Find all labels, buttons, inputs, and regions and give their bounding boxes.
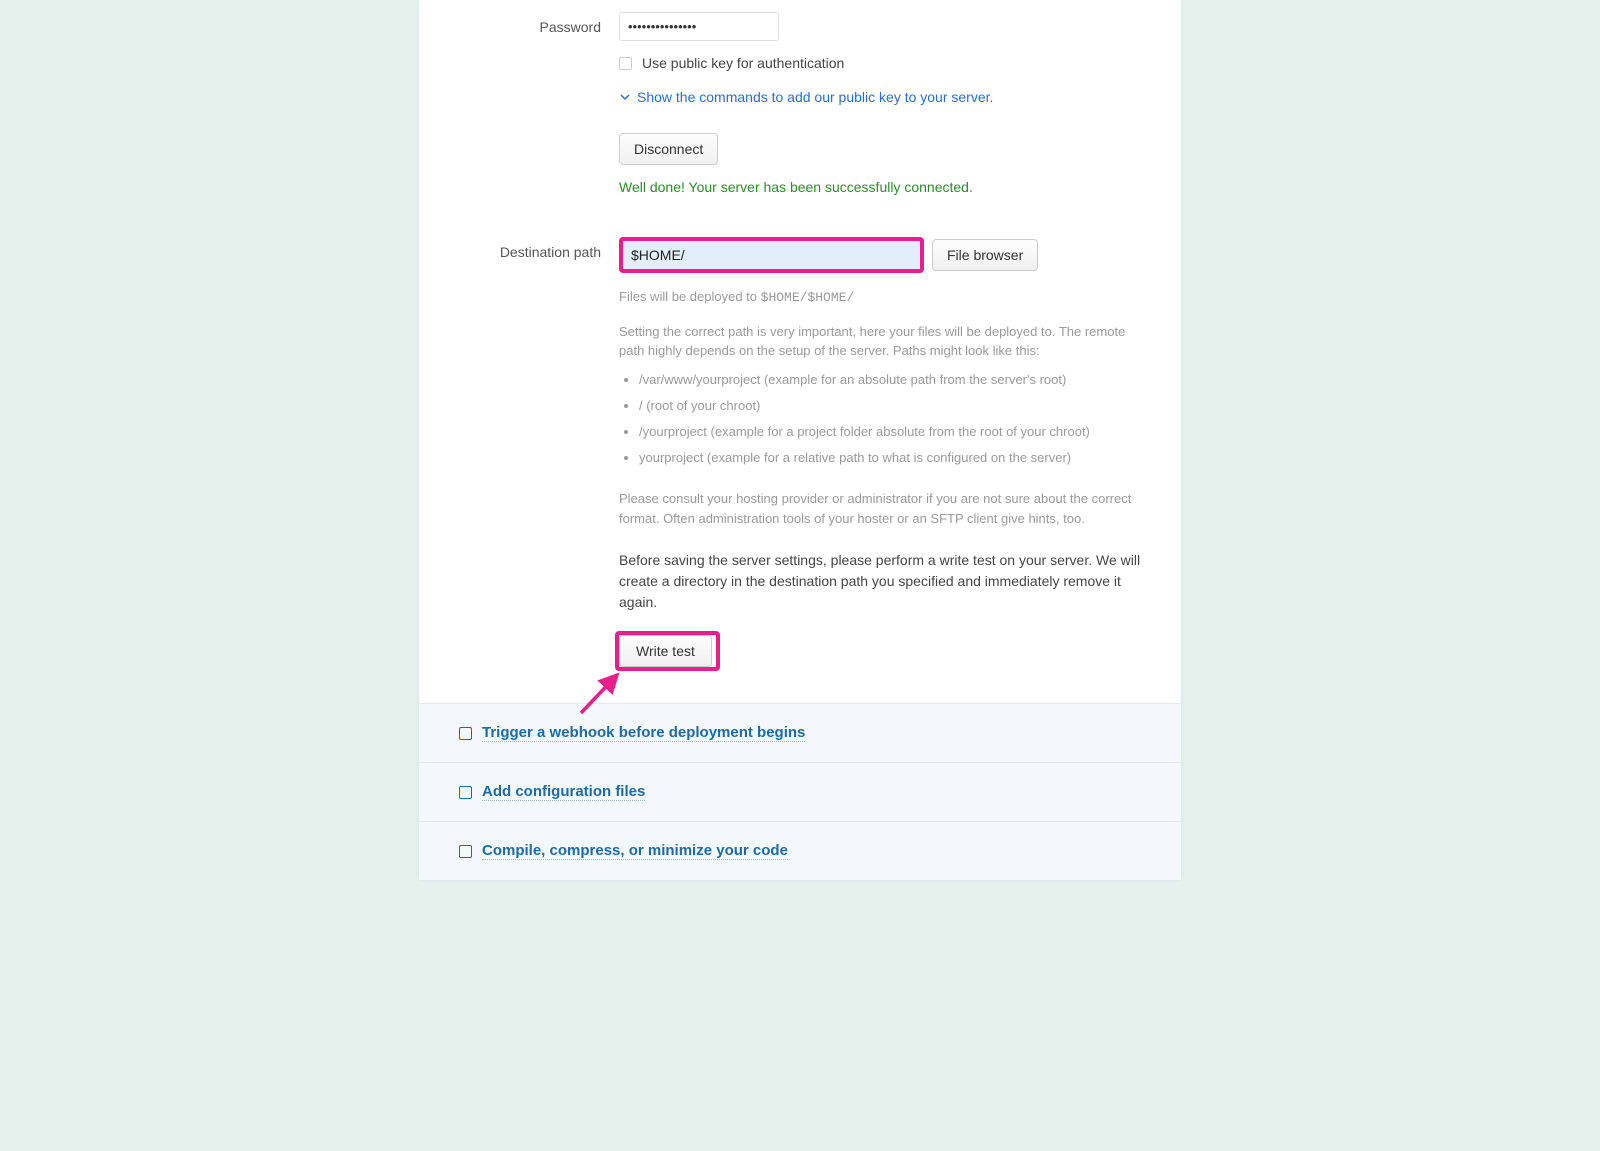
show-commands-link[interactable]: Show the commands to add our public key … [637, 89, 993, 105]
password-row: Password Use public key for authenticati… [419, 12, 1181, 195]
accordion-link[interactable]: Add configuration files [482, 783, 645, 801]
accordion-item-compile[interactable]: Compile, compress, or minimize your code [419, 822, 1181, 880]
consult-text: Please consult your hosting provider or … [619, 489, 1151, 528]
destination-path-row: Destination path File browser Files will… [419, 237, 1181, 667]
file-browser-button[interactable]: File browser [932, 239, 1038, 271]
password-label: Password [419, 12, 619, 35]
deploy-hint-code: $HOME/$HOME/ [761, 290, 855, 305]
destination-path-input[interactable] [619, 237, 924, 273]
path-examples-list: /var/www/yourproject (example for an abs… [639, 371, 1151, 468]
disconnect-button[interactable]: Disconnect [619, 133, 718, 165]
path-example-item: /var/www/yourproject (example for an abs… [639, 371, 1151, 389]
accordion: Trigger a webhook before deployment begi… [419, 703, 1181, 880]
destination-path-label: Destination path [419, 237, 619, 260]
connection-success-message: Well done! Your server has been successf… [619, 179, 1151, 195]
public-key-checkbox-label: Use public key for authentication [642, 55, 844, 71]
deploy-hint: Files will be deployed to $HOME/$HOME/ [619, 287, 1151, 308]
accordion-checkbox[interactable] [459, 727, 472, 740]
accordion-link[interactable]: Compile, compress, or minimize your code [482, 842, 788, 860]
accordion-item-webhook[interactable]: Trigger a webhook before deployment begi… [419, 704, 1181, 763]
path-example-item: yourproject (example for a relative path… [639, 449, 1151, 467]
path-example-item: / (root of your chroot) [639, 397, 1151, 415]
write-test-description: Before saving the server settings, pleas… [619, 550, 1151, 613]
accordion-checkbox[interactable] [459, 786, 472, 799]
password-input[interactable] [619, 12, 779, 41]
path-description: Setting the correct path is very importa… [619, 322, 1151, 361]
chevron-down-icon [619, 91, 631, 103]
server-connection-section: Password Use public key for authenticati… [419, 12, 1181, 703]
accordion-checkbox[interactable] [459, 845, 472, 858]
settings-panel: Password Use public key for authenticati… [419, 0, 1181, 880]
write-test-button[interactable]: Write test [619, 635, 712, 667]
deploy-hint-prefix: Files will be deployed to [619, 289, 761, 304]
public-key-checkbox[interactable] [619, 57, 632, 70]
path-example-item: /yourproject (example for a project fold… [639, 423, 1151, 441]
accordion-item-config-files[interactable]: Add configuration files [419, 763, 1181, 822]
accordion-link[interactable]: Trigger a webhook before deployment begi… [482, 724, 805, 742]
public-key-checkbox-row[interactable]: Use public key for authentication [619, 55, 1151, 71]
show-commands-row[interactable]: Show the commands to add our public key … [619, 89, 1151, 105]
